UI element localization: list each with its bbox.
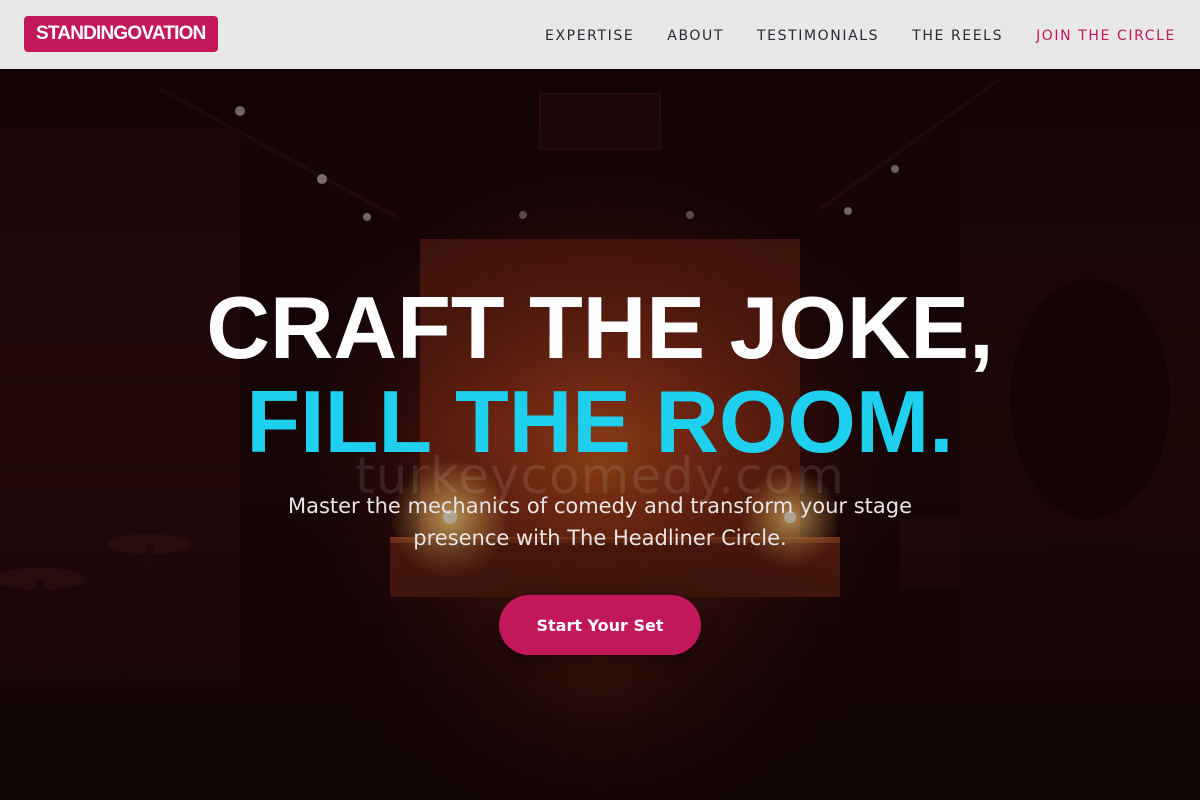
hero-subtitle: Master the mechanics of comedy and trans…	[287, 494, 913, 550]
hero-headline: CRAFT THE JOKE, FILL THE ROOM.	[0, 281, 1200, 469]
top-navbar: STANDINGOVATION EXPERTISE ABOUT TESTIMON…	[0, 0, 1200, 69]
nav-menu: EXPERTISE ABOUT TESTIMONIALS THE REELS J…	[545, 0, 1176, 69]
nav-link-join-the-circle[interactable]: JOIN THE CIRCLE	[1036, 28, 1176, 44]
nav-link-expertise[interactable]: EXPERTISE	[545, 28, 634, 44]
headline-line-1: CRAFT THE JOKE,	[206, 278, 994, 377]
landing-page: STANDINGOVATION EXPERTISE ABOUT TESTIMON…	[0, 0, 1200, 800]
brand-logo[interactable]: STANDINGOVATION	[24, 16, 218, 52]
nav-link-testimonials[interactable]: TESTIMONIALS	[757, 28, 879, 44]
nav-link-the-reels[interactable]: THE REELS	[912, 28, 1003, 44]
nav-link-about[interactable]: ABOUT	[667, 28, 724, 44]
hero-section: turkeycomedy.com CRAFT THE JOKE, FILL TH…	[0, 69, 1200, 800]
headline-line-2: FILL THE ROOM.	[246, 372, 954, 471]
start-your-set-button[interactable]: Start Your Set	[499, 595, 701, 655]
